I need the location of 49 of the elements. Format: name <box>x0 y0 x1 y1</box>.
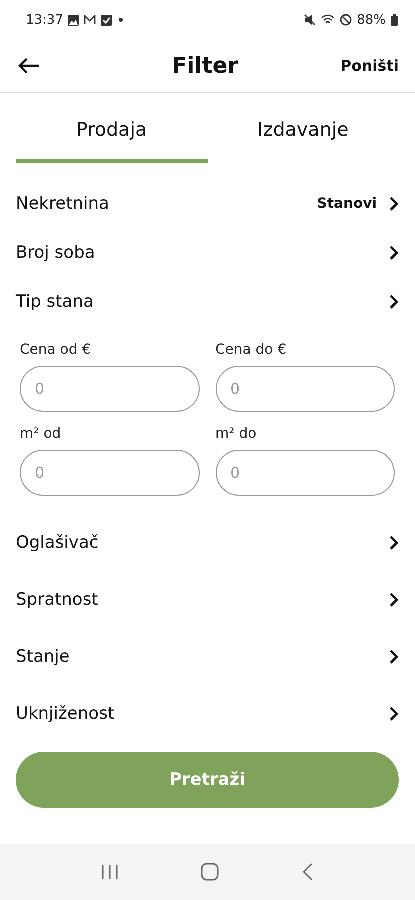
field-label: m² do <box>216 426 258 442</box>
recent-apps-icon[interactable] <box>101 864 120 880</box>
filter-label: Nekretnina <box>16 194 110 214</box>
back-arrow-icon <box>18 57 40 75</box>
input-field[interactable]: 0 <box>216 366 395 412</box>
back-button[interactable] <box>18 57 40 75</box>
field-label: m² od <box>20 426 62 442</box>
chevron-right-icon <box>389 196 399 212</box>
input-field[interactable]: 0 <box>216 450 395 496</box>
battery-percent: 88% <box>357 12 386 28</box>
field-label: Cena od € <box>20 342 92 358</box>
chevron-right-icon <box>389 706 399 722</box>
filter-row[interactable]: Uknjiženost <box>16 685 399 742</box>
dot-icon <box>117 16 126 24</box>
tab[interactable]: Prodaja <box>16 101 208 163</box>
battery-icon <box>391 14 398 26</box>
chevron-right-icon <box>389 534 399 550</box>
filter-row[interactable]: Oglašivač <box>16 514 399 571</box>
filter-label: Stanje <box>16 646 70 666</box>
filter-row[interactable]: Stanje <box>16 628 399 685</box>
status-time: 13:37 <box>26 12 64 28</box>
filter-label: Uknjiženost <box>16 704 115 724</box>
image-icon <box>68 14 80 26</box>
filter-label: Broj soba <box>16 242 96 262</box>
field-label: Cena do € <box>216 342 288 358</box>
mute-icon <box>304 14 316 26</box>
reset-button[interactable]: Poništi <box>340 57 399 75</box>
chevron-right-icon <box>389 244 399 260</box>
chevron-right-icon <box>389 592 399 608</box>
filter-value: Stanovi <box>317 196 377 212</box>
filter-row[interactable]: Spratnost <box>16 571 399 628</box>
home-icon[interactable] <box>201 863 220 881</box>
filter-label: Oglašivač <box>16 532 99 552</box>
filter-row[interactable]: Nekretnina Stanovi <box>16 179 399 228</box>
filter-row[interactable]: Broj soba <box>16 228 399 277</box>
input-field[interactable]: 0 <box>20 366 200 412</box>
chevron-right-icon <box>389 294 399 310</box>
blocked-icon <box>340 14 352 26</box>
screen-title: Filter <box>172 54 239 78</box>
mail-icon <box>84 15 96 25</box>
filter-label: Spratnost <box>16 590 98 610</box>
chevron-right-icon <box>389 648 399 664</box>
back-icon[interactable] <box>302 863 314 881</box>
checkbox-icon <box>101 14 112 26</box>
filter-label: Tip stana <box>16 292 94 312</box>
filter-row[interactable]: Tip stana <box>16 277 399 326</box>
tab[interactable]: Izdavanje <box>208 101 399 163</box>
input-field[interactable]: 0 <box>20 450 200 496</box>
wifi-icon <box>321 14 336 26</box>
